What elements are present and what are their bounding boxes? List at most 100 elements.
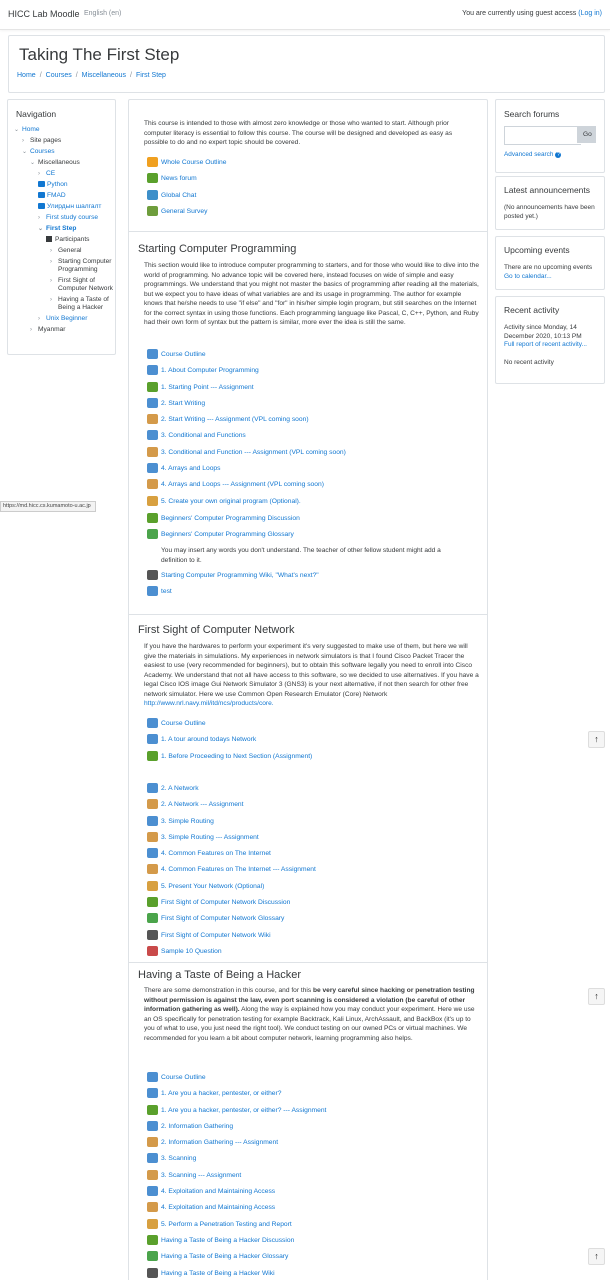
course-content-part1: This course is intended to those with al… <box>128 99 488 516</box>
course-summary: This course is intended to those with al… <box>144 120 453 146</box>
workshop-icon <box>147 495 158 506</box>
arrow-up-icon[interactable]: ↑ <box>588 988 605 1005</box>
assignment-icon <box>147 831 158 842</box>
activity-label: First Sight of Computer Network Glossary <box>161 915 285 923</box>
page-icon <box>147 815 158 826</box>
login-link[interactable]: (Log in) <box>578 10 602 17</box>
nav-item-first-step[interactable]: ⌄ First Step <box>14 225 114 233</box>
upcoming-events-block: Upcoming events There are no upcoming ev… <box>495 236 605 290</box>
activity-label: 1. About Computer Programming <box>161 367 259 375</box>
assignment-icon <box>147 446 158 457</box>
activity-label: Having a Taste of Being a Hacker Glossar… <box>161 1253 289 1261</box>
section-divider <box>129 231 487 232</box>
assignment-icon <box>147 1169 158 1180</box>
nav-item-fmad[interactable]: FMAD <box>14 192 114 200</box>
page-icon <box>147 734 158 745</box>
full-report-link[interactable]: Full report of recent activity... <box>504 341 587 348</box>
wiki-icon <box>147 570 158 580</box>
forum-icon <box>147 513 158 523</box>
graduation-cap-icon <box>38 192 45 199</box>
activity-label: Having a Taste of Being a Hacker Discuss… <box>161 1236 295 1244</box>
nav-item-courses[interactable]: ⌄ Courses <box>14 148 114 156</box>
nav-item-label: General <box>58 247 82 254</box>
nav-item-ce[interactable]: › CE <box>14 170 114 178</box>
nav-item-python[interactable]: Python <box>14 181 114 189</box>
language-menu[interactable]: English (en) <box>84 10 121 17</box>
page-icon <box>147 1186 158 1197</box>
search-forums-title: Search forums <box>504 109 560 119</box>
nav-item-label: Participants <box>55 236 90 243</box>
page-header: Taking The First Step Home / Courses / M… <box>8 35 605 93</box>
nav-item-general[interactable]: › General <box>14 247 114 255</box>
activity-label: 2. Information Gathering <box>161 1122 234 1130</box>
section-divider <box>129 962 487 963</box>
nav-item-participants[interactable]: Participants <box>14 236 114 244</box>
arrow-up-icon[interactable]: ↑ <box>588 731 605 748</box>
breadcrumb-miscellaneous[interactable]: Miscellaneous <box>82 72 126 79</box>
nav-item-home[interactable]: ⌄ Home <box>14 126 114 134</box>
activity-label: 4. Common Features on The Internet <box>161 850 271 858</box>
activity-label: Having a Taste of Being a Hacker Wiki <box>161 1269 275 1277</box>
page-icon <box>147 397 158 408</box>
nav-item-label: Courses <box>30 148 55 155</box>
arrow-up-icon[interactable]: ↑ <box>588 1248 605 1265</box>
announcements-block: Latest announcements (No announcements h… <box>495 176 605 230</box>
nav-item-exam[interactable]: Улирдын шалгалт <box>14 203 114 211</box>
site-brand[interactable]: HICC Lab Moodle <box>8 9 80 19</box>
nav-item-first-study-course[interactable]: › First study course <box>14 214 114 222</box>
workshop-icon <box>147 1218 158 1229</box>
search-go-button[interactable]: Go <box>577 126 596 143</box>
guest-login-message: You are currently using guest access (Lo… <box>462 10 602 17</box>
activity-label: 4. Exploitation and Maintaining Access <box>161 1204 276 1212</box>
activity-label: 3. Conditional and Function --- Assignme… <box>161 448 346 456</box>
chat-icon <box>147 189 158 200</box>
forum-icon <box>147 1234 158 1245</box>
page-icon <box>147 586 158 597</box>
navigation-block: Navigation ⌄ Home › Site pages ⌄ Courses… <box>7 99 116 355</box>
nav-item-section-network[interactable]: › First Sight of Computer Network <box>14 277 114 293</box>
page-icon <box>147 718 158 728</box>
nav-item-label: Having a Taste of Being a Hacker <box>58 296 109 311</box>
section-title-programming: Starting Computer Programming <box>138 243 297 255</box>
nav-item-section-hacker[interactable]: › Having a Taste of Being a Hacker <box>14 296 114 312</box>
breadcrumb-separator: / <box>39 72 42 79</box>
nav-item-miscellaneous[interactable]: ⌄ Miscellaneous <box>14 159 114 167</box>
chevron-down-icon: ⌄ <box>14 127 20 133</box>
nav-item-section-programming[interactable]: › Starting Computer Programming <box>14 258 114 274</box>
chevron-right-icon: › <box>50 259 52 265</box>
search-forums-input[interactable] <box>504 126 581 145</box>
activity-label: Starting Computer Programming Wiki, "Wha… <box>161 572 319 579</box>
calendar-link[interactable]: Go to calendar... <box>504 273 552 280</box>
activity-label: News forum <box>161 175 197 183</box>
nav-item-unix-beginner[interactable]: › Unix Beginner <box>14 315 114 323</box>
breadcrumb-courses[interactable]: Courses <box>46 72 72 79</box>
advanced-search-label: Advanced search <box>504 151 554 158</box>
activity-label: 3. Simple Routing <box>161 817 214 825</box>
question-circle-icon[interactable]: ? <box>555 152 562 158</box>
activity-label: 5. Create your own original program (Opt… <box>161 497 301 505</box>
glossary-icon <box>147 529 158 540</box>
quiz-icon <box>147 945 158 956</box>
chevron-right-icon: › <box>38 171 40 177</box>
forum-icon <box>147 173 158 184</box>
breadcrumb: Home / Courses / Miscellaneous / First S… <box>17 72 166 79</box>
survey-icon <box>147 205 158 216</box>
activity-label: Beginners' Computer Programming Discussi… <box>161 515 300 522</box>
page-icon <box>147 1120 158 1131</box>
activity-label: First Sight of Computer Network Discussi… <box>161 899 291 907</box>
section-summary-programming: This section would like to introduce com… <box>144 262 479 326</box>
page-icon <box>147 463 158 474</box>
activity-label: 5. Perform a Penetration Testing and Rep… <box>161 1220 292 1228</box>
nav-item-myanmar[interactable]: › Myanmar <box>14 326 114 334</box>
course-content-part3: 2. A Network 2. A Network --- Assignment… <box>128 770 488 1280</box>
breadcrumb-home[interactable]: Home <box>17 72 36 79</box>
nav-item-label: Home <box>22 126 40 133</box>
nav-item-label: First study course <box>46 214 99 221</box>
advanced-search-link[interactable]: Advanced search? <box>504 151 562 158</box>
core-network-link[interactable]: http://www.nrl.navy.mil/itd/ncs/products… <box>144 700 274 707</box>
page-title: Taking The First Step <box>19 45 180 64</box>
nav-item-site-pages[interactable]: › Site pages <box>14 137 114 145</box>
nav-item-label: Starting Computer Programming <box>58 258 112 273</box>
activity-label: 2. Start Writing <box>161 399 206 407</box>
breadcrumb-first-step[interactable]: First Step <box>136 72 166 79</box>
